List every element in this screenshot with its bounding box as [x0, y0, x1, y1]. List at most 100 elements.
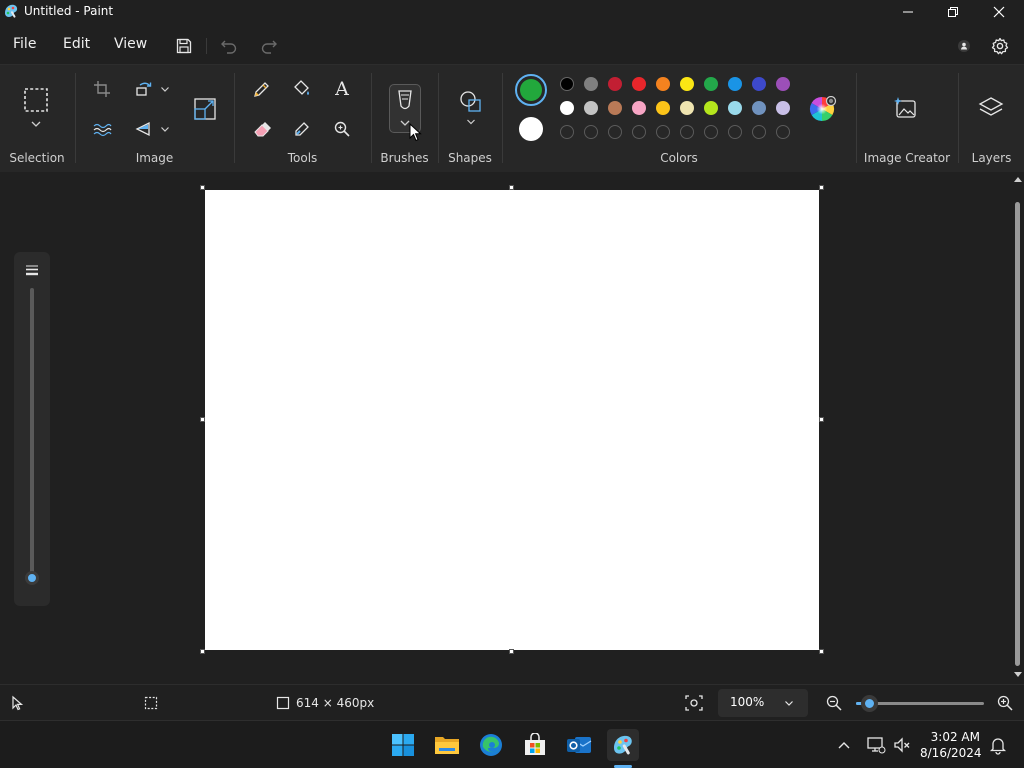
canvas-resize-handle[interactable] [200, 417, 205, 422]
palette-swatch[interactable] [656, 101, 670, 115]
custom-color-slot[interactable] [776, 125, 790, 139]
redo-icon [261, 40, 277, 54]
vertical-scrollbar[interactable] [1012, 172, 1024, 684]
palette-swatch[interactable] [704, 77, 718, 91]
taskbar-edge[interactable] [475, 729, 507, 761]
volume-button[interactable] [892, 735, 912, 755]
primary-color-slot[interactable] [515, 74, 547, 106]
palette-swatch[interactable] [752, 77, 766, 91]
save-button[interactable] [172, 34, 196, 58]
menu-bar: File Edit View [0, 24, 1024, 64]
taskbar-file-explorer[interactable] [431, 729, 463, 761]
canvas-resize-handle[interactable] [200, 649, 205, 654]
edit-menu[interactable]: Edit [63, 36, 90, 52]
layers-button[interactable] [977, 95, 1005, 123]
shapes-button[interactable] [455, 89, 487, 131]
image-creator-button[interactable] [891, 95, 921, 123]
resize-button[interactable] [191, 94, 219, 124]
group-label-shapes: Shapes [448, 151, 492, 165]
account-button[interactable] [952, 34, 976, 58]
drawing-canvas[interactable] [205, 190, 819, 650]
taskbar-store[interactable] [519, 729, 551, 761]
palette-swatch[interactable] [680, 101, 694, 115]
secondary-color-slot[interactable] [519, 117, 543, 141]
canvas-resize-handle[interactable] [509, 185, 514, 190]
custom-color-slot[interactable] [728, 125, 742, 139]
undo-button[interactable] [217, 34, 241, 58]
canvas-resize-handle[interactable] [819, 649, 824, 654]
palette-swatch[interactable] [632, 77, 646, 91]
start-button[interactable] [387, 729, 419, 761]
eraser-button[interactable] [249, 116, 275, 142]
custom-color-slot[interactable] [584, 125, 598, 139]
crop-icon [94, 81, 110, 97]
palette-swatch[interactable] [752, 101, 766, 115]
palette-swatch[interactable] [704, 101, 718, 115]
brush-size-thumb[interactable] [25, 571, 39, 585]
scrollbar-thumb[interactable] [1015, 202, 1020, 666]
zoom-dropdown[interactable]: 100% [718, 689, 808, 717]
restore-button[interactable] [930, 0, 976, 24]
canvas-resize-handle[interactable] [819, 185, 824, 190]
edit-colors-button[interactable] [809, 96, 837, 124]
palette-swatch[interactable] [680, 77, 694, 91]
palette-swatch[interactable] [560, 101, 574, 115]
canvas-resize-handle[interactable] [509, 649, 514, 654]
custom-color-slot[interactable] [680, 125, 694, 139]
settings-button[interactable] [988, 34, 1012, 58]
rotate-button[interactable] [131, 76, 157, 102]
palette-swatch[interactable] [776, 77, 790, 91]
selection-tool-button[interactable] [20, 85, 54, 131]
canvas-resize-handle[interactable] [200, 185, 205, 190]
taskbar-paint[interactable] [607, 729, 639, 761]
clock-time[interactable]: 3:02 AM [930, 730, 980, 744]
palette-swatch[interactable] [776, 101, 790, 115]
zoom-in-button[interactable] [996, 694, 1014, 712]
palette-swatch[interactable] [632, 101, 646, 115]
layers-icon [978, 97, 1004, 116]
fit-to-window-button[interactable] [684, 694, 704, 712]
custom-color-slot[interactable] [560, 125, 574, 139]
palette-swatch[interactable] [608, 77, 622, 91]
palette-swatch[interactable] [728, 77, 742, 91]
close-button[interactable] [976, 0, 1022, 24]
taskbar-outlook[interactable] [563, 729, 595, 761]
zoom-out-button[interactable] [825, 694, 843, 712]
custom-color-slot[interactable] [656, 125, 670, 139]
flip-button[interactable] [131, 116, 157, 142]
palette-swatch[interactable] [656, 77, 670, 91]
clock-date[interactable]: 8/16/2024 [920, 746, 982, 760]
magnifier-button[interactable] [329, 116, 355, 142]
scroll-down-icon[interactable] [1014, 670, 1022, 678]
network-button[interactable] [866, 735, 886, 755]
show-hidden-icons-button[interactable] [836, 737, 852, 753]
view-menu[interactable]: View [114, 36, 147, 52]
palette-swatch[interactable] [584, 77, 598, 91]
palette-swatch[interactable] [608, 101, 622, 115]
file-menu[interactable]: File [13, 36, 36, 52]
brush-size-slider[interactable] [30, 288, 34, 578]
palette-swatch[interactable] [560, 77, 574, 91]
color-picker-button[interactable] [289, 116, 315, 142]
mouse-cursor [408, 123, 424, 143]
notifications-button[interactable] [988, 735, 1008, 755]
custom-color-slot[interactable] [632, 125, 646, 139]
zoom-slider-thumb[interactable] [860, 695, 878, 712]
custom-color-slot[interactable] [752, 125, 766, 139]
custom-color-slot[interactable] [608, 125, 622, 139]
canvas-resize-handle[interactable] [819, 417, 824, 422]
text-tool-button[interactable]: A [329, 76, 355, 102]
background-removal-button[interactable] [89, 116, 115, 142]
custom-color-slot[interactable] [704, 125, 718, 139]
flip-dropdown[interactable] [156, 116, 174, 142]
start-icon [392, 734, 414, 756]
rotate-dropdown[interactable] [156, 76, 174, 102]
fill-button[interactable] [289, 76, 315, 102]
redo-button[interactable] [257, 34, 281, 58]
pencil-button[interactable] [249, 76, 275, 102]
crop-button[interactable] [89, 76, 115, 102]
palette-swatch[interactable] [728, 101, 742, 115]
minimize-button[interactable] [885, 0, 931, 24]
palette-swatch[interactable] [584, 101, 598, 115]
scroll-up-icon[interactable] [1014, 176, 1022, 184]
